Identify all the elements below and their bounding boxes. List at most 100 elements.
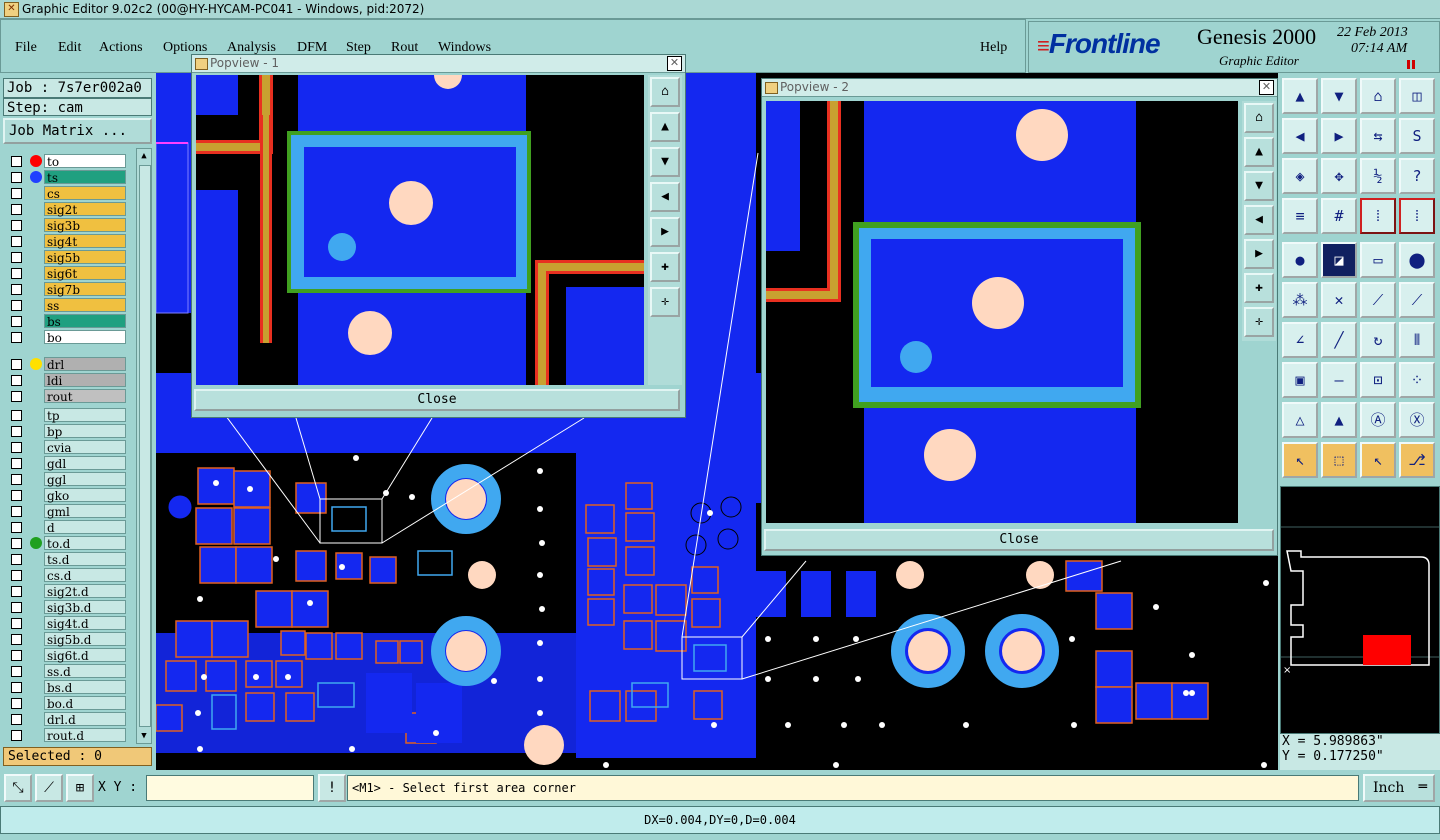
layer-name[interactable]: rout.d: [44, 728, 126, 743]
triangle-icon[interactable]: △: [1282, 402, 1318, 438]
pv2-zoom-out-icon[interactable]: ✛: [1244, 307, 1274, 337]
layer-checkbox[interactable]: [11, 156, 22, 167]
layer-checkbox[interactable]: [11, 506, 22, 517]
snap-grid-icon[interactable]: ⊞: [66, 774, 94, 802]
overview-minimap[interactable]: ×: [1280, 486, 1440, 734]
pv1-zoom-in-icon[interactable]: ✚: [650, 252, 680, 282]
layer-row-gko[interactable]: gko: [9, 488, 127, 503]
layer-row-bs[interactable]: bs: [9, 314, 127, 329]
layer-row-gml[interactable]: gml: [9, 504, 127, 519]
pan-left-icon[interactable]: ◀: [1282, 118, 1318, 154]
layer-row-sig4t-d[interactable]: sig4t.d: [9, 616, 127, 631]
layer-name[interactable]: sig3b.d: [44, 600, 126, 615]
scroll-down-icon[interactable]: ▼: [138, 731, 150, 741]
layer-name[interactable]: ts.d: [44, 552, 126, 567]
layer-row-d[interactable]: d: [9, 520, 127, 535]
layer-checkbox[interactable]: [11, 538, 22, 549]
layer-checkbox[interactable]: [11, 220, 22, 231]
layer-row-ldi[interactable]: ldi: [9, 373, 127, 388]
angle-icon[interactable]: ∠: [1282, 322, 1318, 358]
layer-name[interactable]: rout: [44, 389, 126, 404]
layer-name[interactable]: bo.d: [44, 696, 126, 711]
zoom-center-icon[interactable]: ✥: [1321, 158, 1357, 194]
xy-input[interactable]: [146, 775, 314, 801]
layer-checkbox[interactable]: [11, 236, 22, 247]
job-matrix-button[interactable]: Job Matrix ...: [3, 118, 152, 144]
triangle-alt-icon[interactable]: ▲: [1321, 402, 1357, 438]
rotate-icon[interactable]: ↻: [1360, 322, 1396, 358]
pads-group-icon[interactable]: ⁘: [1399, 362, 1435, 398]
pv1-pan-right-icon[interactable]: ▶: [650, 217, 680, 247]
select-box-icon[interactable]: ⬚: [1321, 442, 1357, 478]
zoom-window-icon[interactable]: ⤡: [4, 774, 32, 802]
layer-name[interactable]: sig2t: [44, 202, 126, 217]
layer-checkbox[interactable]: [11, 490, 22, 501]
popview-2-window[interactable]: Popview - 2 ✕ Close ⌂ ▲ ▼ ◀ ▶ ✚ ✛: [761, 78, 1278, 556]
layer-row-sig2t-d[interactable]: sig2t.d: [9, 584, 127, 599]
layer-checkbox[interactable]: [11, 698, 22, 709]
layer-name[interactable]: sig5b: [44, 250, 126, 265]
line-point-icon[interactable]: ⟋: [1360, 282, 1396, 318]
layer-row-sig4t[interactable]: sig4t: [9, 234, 127, 249]
pv2-pan-left-icon[interactable]: ◀: [1244, 205, 1274, 235]
layer-checkbox[interactable]: [11, 618, 22, 629]
split-view-icon[interactable]: ◫: [1399, 78, 1435, 114]
layer-name[interactable]: d: [44, 520, 126, 535]
layer-name[interactable]: gdl: [44, 456, 126, 471]
layer-checkbox[interactable]: [11, 554, 22, 565]
flip-icon[interactable]: ⫴: [1399, 322, 1435, 358]
popview-1-close-button[interactable]: Close: [194, 389, 680, 411]
pv1-pan-up-icon[interactable]: ▲: [650, 112, 680, 142]
layer-checkbox[interactable]: [11, 650, 22, 661]
scroll-up-icon[interactable]: ▲: [138, 151, 150, 161]
snap-icon[interactable]: ⁞: [1360, 198, 1396, 234]
layer-row-ts[interactable]: ts: [9, 170, 127, 185]
grid-icon[interactable]: #: [1321, 198, 1357, 234]
layer-name[interactable]: sig6t: [44, 266, 126, 281]
layer-name[interactable]: sig7b: [44, 282, 126, 297]
select-net-icon[interactable]: ⎇: [1399, 442, 1435, 478]
layer-row-sig5b-d[interactable]: sig5b.d: [9, 632, 127, 647]
layer-checkbox[interactable]: [11, 188, 22, 199]
zoom-bottom-icon[interactable]: ▼: [1321, 78, 1357, 114]
menu-edit[interactable]: Edit: [58, 40, 81, 56]
connect-pads-icon[interactable]: ⁂: [1282, 282, 1318, 318]
layer-checkbox[interactable]: [11, 359, 22, 370]
measure-point-icon[interactable]: ●: [1282, 242, 1318, 278]
scroll-thumb[interactable]: [139, 165, 151, 727]
layer-name[interactable]: cs: [44, 186, 126, 201]
ruler-icon[interactable]: ▭: [1360, 242, 1396, 278]
layer-checkbox[interactable]: [11, 204, 22, 215]
layer-checkbox[interactable]: [11, 442, 22, 453]
layer-checkbox[interactable]: [11, 426, 22, 437]
layer-checkbox[interactable]: [11, 714, 22, 725]
layer-name[interactable]: bo: [44, 330, 126, 345]
pv1-pan-left-icon[interactable]: ◀: [650, 182, 680, 212]
layer-checkbox[interactable]: [11, 391, 22, 402]
layer-list-scrollbar[interactable]: ▲ ▼: [136, 148, 152, 744]
layer-row-sig6t-d[interactable]: sig6t.d: [9, 648, 127, 663]
popview-2-close-icon[interactable]: ✕: [1259, 80, 1274, 95]
menu-help[interactable]: Help: [980, 40, 1007, 56]
popview-2-canvas[interactable]: [766, 101, 1238, 523]
layer-row-sig5b[interactable]: sig5b: [9, 250, 127, 265]
layer-checkbox[interactable]: [11, 570, 22, 581]
layer-checkbox[interactable]: [11, 332, 22, 343]
app-icon[interactable]: ✕: [4, 2, 19, 17]
layer-checkbox[interactable]: [11, 682, 22, 693]
layer-checkbox[interactable]: [11, 268, 22, 279]
layer-row-drl-d[interactable]: drl.d: [9, 712, 127, 727]
select-point-icon[interactable]: ↖: [1360, 442, 1396, 478]
layer-checkbox[interactable]: [11, 316, 22, 327]
layer-name[interactable]: sig3b: [44, 218, 126, 233]
zoom-top-icon[interactable]: ▲: [1282, 78, 1318, 114]
select-arrow-icon[interactable]: ↖: [1282, 442, 1318, 478]
layer-name[interactable]: sig4t: [44, 234, 126, 249]
layer-name[interactable]: ss: [44, 298, 126, 313]
layer-checkbox[interactable]: [11, 284, 22, 295]
layer-name[interactable]: cs.d: [44, 568, 126, 583]
dimension-icon[interactable]: ⊡: [1360, 362, 1396, 398]
pv2-zoom-home-icon[interactable]: ⌂: [1244, 103, 1274, 133]
cross-icon[interactable]: ✕: [1321, 282, 1357, 318]
layer-row-ss[interactable]: ss: [9, 298, 127, 313]
